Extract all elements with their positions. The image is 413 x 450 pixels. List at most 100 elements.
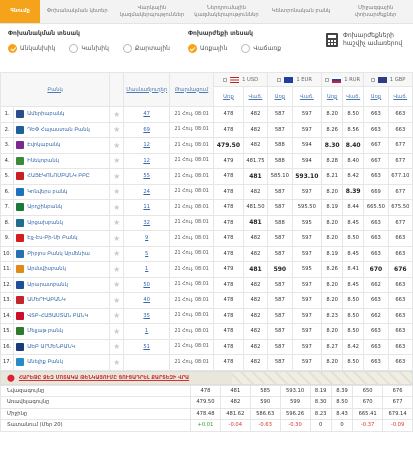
branches-cell[interactable]: 24	[123, 183, 171, 200]
favorite-cell[interactable]: ★	[109, 168, 125, 185]
branches-count[interactable]: 5	[145, 251, 148, 257]
tab-central-bank[interactable]: Կենտրոնական բանկ	[264, 0, 339, 23]
star-icon[interactable]: ★	[113, 265, 120, 274]
tab-exchange-points[interactable]: Փոխանակման կետեր	[40, 0, 115, 23]
star-icon[interactable]: ★	[113, 156, 120, 165]
favorite-cell[interactable]: ★	[109, 276, 125, 293]
branches-count[interactable]: 35	[143, 313, 150, 319]
branches-cell[interactable]: 40	[123, 292, 171, 309]
branches-cell[interactable]: 1	[123, 261, 171, 278]
calculator-link[interactable]: Փոխարժեքների հաշվիչ ամառերով	[325, 32, 405, 48]
currency-rur[interactable]: 1 RUR	[321, 72, 365, 87]
eur-buy-header[interactable]: Առք	[267, 86, 293, 107]
branches-cell[interactable]: 9	[123, 230, 171, 247]
bank-link[interactable]: Արմսվիսբանկ	[16, 265, 107, 274]
branches-cell[interactable]: 12	[123, 152, 171, 169]
branches-cell[interactable]: 50	[123, 276, 171, 293]
bank-link[interactable]: ԱԵԲ ԱՐՄԵՆԲԱՆԿ	[16, 342, 107, 351]
favorite-cell[interactable]: ★	[109, 292, 125, 309]
bank-link[interactable]: Ինեկոբանկ	[16, 156, 107, 165]
branches-cell[interactable]: 47	[123, 106, 171, 123]
favorite-cell[interactable]: ★	[109, 230, 125, 247]
branches-count[interactable]: 51	[143, 344, 150, 350]
branches-count[interactable]: 47	[143, 111, 150, 117]
favorite-cell[interactable]: ★	[109, 214, 125, 231]
favorite-cell[interactable]: ★	[109, 152, 125, 169]
favorite-cell[interactable]: ★	[109, 137, 125, 154]
currency-eur[interactable]: 1 EUR	[267, 72, 323, 87]
branches-cell[interactable]: 55	[123, 168, 171, 185]
branches-cell[interactable]: 1	[123, 323, 171, 340]
favorite-cell[interactable]: ★	[109, 199, 125, 216]
star-icon[interactable]: ★	[113, 358, 120, 367]
usd-buy-header[interactable]: Առք	[213, 86, 244, 107]
branches-count[interactable]: 12	[143, 158, 150, 164]
favorite-cell[interactable]: ★	[109, 323, 125, 340]
branches-count[interactable]: 32	[143, 220, 150, 226]
radio-cash[interactable]: Կանխիկ	[69, 44, 109, 53]
radio-noncash[interactable]: Անկանխիկ	[8, 44, 55, 53]
favorite-cell[interactable]: ★	[109, 338, 125, 355]
branches-cell[interactable]: 12	[123, 137, 171, 154]
bank-link[interactable]: ԴԵՓ Հայաստան Բանկ	[16, 125, 107, 134]
branches-cell[interactable]: 11	[123, 199, 171, 216]
branches-count[interactable]: 12	[143, 142, 150, 148]
favorite-cell[interactable]: ★	[109, 121, 125, 138]
radio-buy-rate[interactable]: Առքային	[187, 44, 227, 53]
date-header[interactable]: Թարմացում	[169, 72, 215, 107]
favorite-cell[interactable]: ★	[109, 354, 125, 371]
star-icon[interactable]: ★	[113, 218, 120, 227]
bank-link[interactable]: ԱՄԵՐԻԱԲԱՆԿ	[16, 296, 107, 305]
branches-count[interactable]: 50	[143, 282, 150, 288]
rur-sell-header[interactable]: Վաճ.	[342, 86, 365, 107]
favorite-cell[interactable]: ★	[109, 307, 125, 324]
star-icon[interactable]: ★	[113, 125, 120, 134]
bank-link[interactable]: Ամերիաբանկ	[16, 110, 107, 119]
bank-link[interactable]: Մելլաթ բանկ	[16, 327, 107, 336]
star-icon[interactable]: ★	[113, 342, 120, 351]
map-link[interactable]: ՀԱՐԵԹԸ ՋԵԶ ՄՈՏԱԿԱ ԹԵՆԿԱՅՈՒՄԸ ՑՈՒՑԱԴՐԵԼ Ք…	[19, 375, 189, 381]
branches-cell[interactable]: 69	[123, 121, 171, 138]
branches-cell[interactable]: 35	[123, 307, 171, 324]
radio-sell-rate[interactable]: Վաճառք	[241, 44, 281, 53]
star-icon[interactable]: ★	[113, 141, 120, 150]
bank-link[interactable]: Կոնվերս բանկ	[16, 187, 107, 196]
favorite-cell[interactable]: ★	[109, 261, 125, 278]
bank-link[interactable]: Արարատբանկ	[16, 280, 107, 289]
gbp-sell-header[interactable]: Վաճ.	[387, 86, 413, 107]
branches-count[interactable]: 9	[145, 235, 148, 241]
bank-link[interactable]: Էյչ-Էս-Բի-Սի Բանկ	[16, 234, 107, 243]
branches-count[interactable]: 69	[143, 127, 150, 133]
branches-cell[interactable]: 51	[123, 338, 171, 355]
favorite-cell[interactable]: ★	[109, 183, 125, 200]
bank-link[interactable]: Արդշինբանկ	[16, 203, 107, 212]
bank-link[interactable]: ՎՏԲ-ՀԱՅԱՍՏԱՆ ԲԱՆԿ	[16, 311, 107, 320]
tab-buy[interactable]: Գնումը	[0, 0, 40, 23]
branches-count[interactable]: 40	[143, 297, 150, 303]
gbp-buy-header[interactable]: Առք	[363, 86, 389, 107]
star-icon[interactable]: ★	[113, 327, 120, 336]
bank-link[interactable]: Բիբլոս Բանկ Արմենիա	[16, 249, 107, 258]
star-icon[interactable]: ★	[113, 110, 120, 119]
tab-credit-orgs[interactable]: Վարկային կազմակերպություններ	[115, 0, 190, 23]
bank-link[interactable]: Արցախբանկ	[16, 218, 107, 227]
bank-header[interactable]: Բանկ	[0, 72, 111, 107]
favorite-cell[interactable]: ★	[109, 245, 125, 262]
map-banner[interactable]: ⬤ ՀԱՐԵԹԸ ՋԵԶ ՄՈՏԱԿԱ ԹԵՆԿԱՅՈՒՄԸ ՑՈՒՑԱԴՐԵԼ…	[0, 370, 413, 385]
branches-cell[interactable]	[123, 354, 171, 371]
currency-gbp[interactable]: 1 GBP	[363, 72, 413, 87]
branches-cell[interactable]: 5	[123, 245, 171, 262]
star-icon[interactable]: ★	[113, 203, 120, 212]
branches-cell[interactable]: 32	[123, 214, 171, 231]
branches-count[interactable]: 55	[143, 173, 150, 179]
star-icon[interactable]: ★	[113, 311, 120, 320]
bank-link[interactable]: Անելիք Բանկ	[16, 358, 107, 367]
tab-investment-orgs[interactable]: Ներդրումային կազմակերպություններ	[189, 0, 264, 23]
bank-link[interactable]: Էվոկաբանկ	[16, 141, 107, 150]
star-icon[interactable]: ★	[113, 249, 120, 258]
currency-usd[interactable]: 1 USD	[213, 72, 269, 87]
favorite-cell[interactable]: ★	[109, 106, 125, 123]
branches-count[interactable]: 1	[145, 328, 148, 334]
star-icon[interactable]: ★	[113, 172, 120, 181]
branches-count[interactable]: 24	[143, 189, 150, 195]
